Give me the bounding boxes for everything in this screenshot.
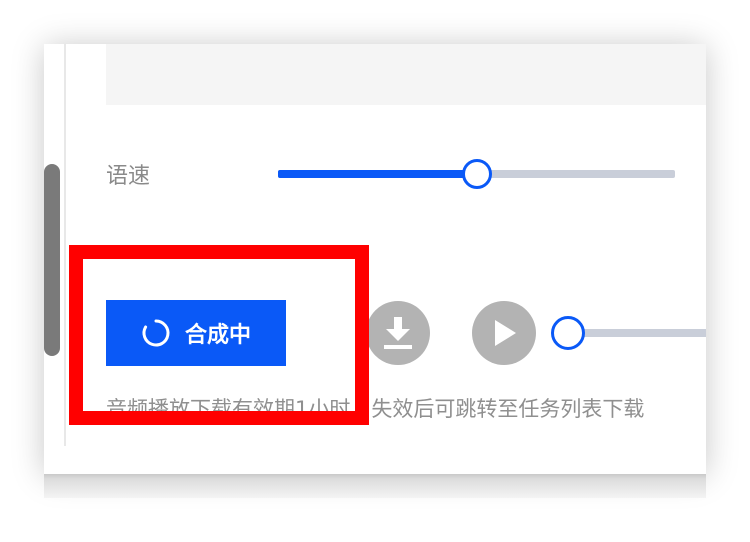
- panel-bottom-edge: [44, 474, 706, 498]
- download-icon: [384, 317, 412, 349]
- audio-progress-thumb[interactable]: [551, 316, 585, 350]
- vertical-divider: [64, 44, 66, 446]
- validity-note: 音频播放下载有效期1小时，失效后可跳转至任务列表下载: [106, 397, 645, 421]
- play-button[interactable]: [472, 301, 536, 365]
- speed-slider-thumb[interactable]: [461, 159, 492, 189]
- speed-label: 语速: [106, 164, 151, 189]
- synthesize-button[interactable]: 合成中: [106, 300, 286, 366]
- play-icon: [495, 320, 516, 346]
- scrollbar-thumb[interactable]: [44, 164, 60, 356]
- download-button[interactable]: [366, 301, 430, 365]
- text-input-area[interactable]: [106, 44, 706, 105]
- audio-progress-track[interactable]: [568, 329, 706, 337]
- loading-spinner-icon: [142, 319, 170, 347]
- synthesize-button-label: 合成中: [184, 323, 251, 348]
- speed-slider-fill: [278, 170, 477, 178]
